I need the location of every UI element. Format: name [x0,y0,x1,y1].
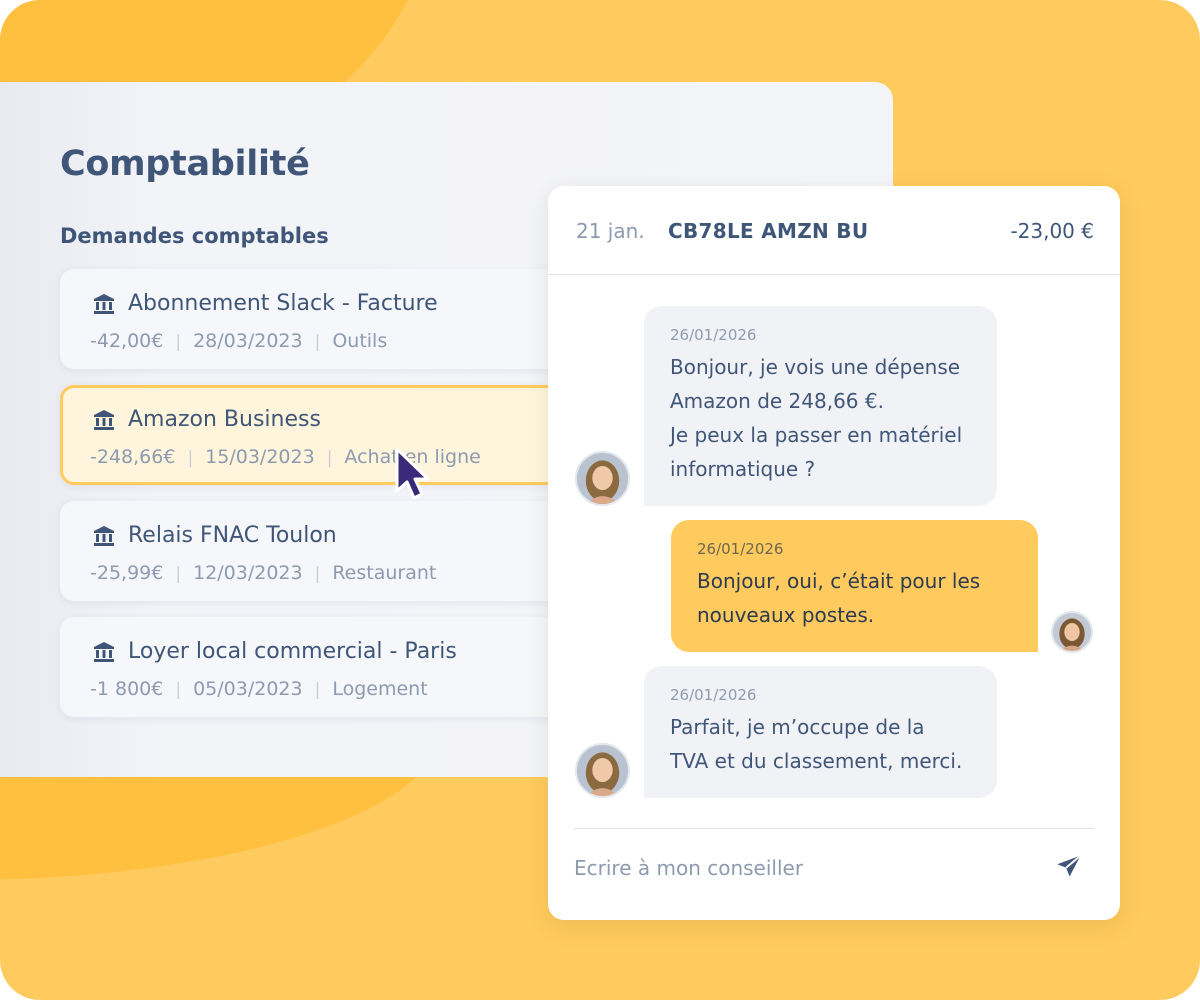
chat-header: 21 jan. CB78LE AMZN BU -23,00 € [548,186,1120,275]
request-head: Amazon Business [92,407,321,432]
message-line: Amazon de 248,66 €. [670,389,884,413]
separator: | [314,680,321,700]
send-button[interactable] [1054,852,1084,882]
separator: | [326,448,333,468]
request-date: 28/03/2023 [193,330,303,352]
request-date: 05/03/2023 [193,678,303,700]
request-meta: -1 800€ | 05/03/2023 | Logement [90,678,428,700]
message-bubble-advisor: 26/01/2026 Parfait, je m’occupe de la TV… [644,666,997,798]
message-line: Parfait, je m’occupe de la [670,715,925,739]
message-text: Bonjour, oui, c’était pour les nouveaux … [697,564,1012,632]
request-name: Abonnement Slack - Facture [128,291,438,316]
request-amount: -42,00€ [90,330,164,352]
request-head: Loyer local commercial - Paris [92,639,457,664]
request-card-fnac[interactable]: Relais FNAC Toulon -25,99€ | 12/03/2023 | Re… [60,501,600,601]
send-icon [1057,854,1082,877]
request-head: Relais FNAC Toulon [92,523,337,548]
transaction-label: CB78LE AMZN BU [668,219,869,243]
request-category: Outils [332,330,388,352]
separator: | [314,564,321,584]
request-category: Logement [332,678,428,700]
chat-panel: 21 jan. CB78LE AMZN BU -23,00 € 26/01/20… [548,186,1120,920]
message-date: 26/01/2026 [670,686,757,704]
bank-icon [94,525,114,546]
bank-icon [94,293,114,314]
transaction-date: 21 jan. [576,219,645,243]
request-date: 12/03/2023 [193,562,303,584]
request-name: Loyer local commercial - Paris [128,639,457,664]
message-date: 26/01/2026 [670,326,757,344]
message-text: Bonjour, je vois une dépense Amazon de 2… [670,350,971,486]
request-amount: -25,99€ [90,562,164,584]
request-amount: -248,66€ [90,446,176,468]
composer-divider [574,828,1094,829]
request-meta: -42,00€ | 28/03/2023 | Outils [90,330,387,352]
page-title: Comptabilité [60,144,310,184]
request-name: Relais FNAC Toulon [128,523,337,548]
bank-icon [94,641,114,662]
separator: | [187,448,194,468]
message-line: Je peux la passer en matériel [670,423,963,447]
avatar-portrait-icon [577,453,628,504]
message-bubble-advisor: 26/01/2026 Bonjour, je vois une dépense … [644,306,997,506]
request-card-slack[interactable]: Abonnement Slack - Facture -42,00€ | 28/03… [60,269,600,369]
message-bubble-user: 26/01/2026 Bonjour, oui, c’était pour le… [671,520,1038,652]
request-category: Restaurant [332,562,437,584]
avatar-portrait-icon [577,745,628,796]
request-head: Abonnement Slack - Facture [92,291,438,316]
request-amount: -1 800€ [90,678,164,700]
separator: | [314,332,321,352]
message-line: informatique ? [670,457,816,481]
request-date: 15/03/2023 [205,446,315,468]
background-frame: Comptabilité Demandes comptables Abonnem… [0,0,1200,1000]
bank-icon [94,409,114,430]
message-line: Bonjour, oui, c’était pour les [697,569,981,593]
message-input[interactable] [574,850,1014,886]
section-title: Demandes comptables [60,224,329,248]
message-line: TVA et du classement, merci. [670,749,963,773]
user-avatar [1051,611,1093,653]
avatar-portrait-icon [1053,613,1091,651]
message-text: Parfait, je m’occupe de la TVA et du cla… [670,710,971,778]
separator: | [175,680,182,700]
request-name: Amazon Business [128,407,321,432]
advisor-avatar [575,451,630,506]
request-meta: -25,99€ | 12/03/2023 | Restaurant [90,562,436,584]
transaction-amount: -23,00 € [1010,219,1094,243]
request-card-amazon[interactable]: Amazon Business -248,66€ | 15/03/2023 | Acha… [60,385,600,485]
message-date: 26/01/2026 [697,540,784,558]
separator: | [175,564,182,584]
request-card-rent[interactable]: Loyer local commercial - Paris -1 800€ | 0… [60,617,600,717]
separator: | [175,332,182,352]
message-line: Bonjour, je vois une dépense [670,355,961,379]
mouse-cursor-icon [395,447,430,500]
message-line: nouveaux postes. [697,603,875,627]
advisor-avatar [575,743,630,798]
